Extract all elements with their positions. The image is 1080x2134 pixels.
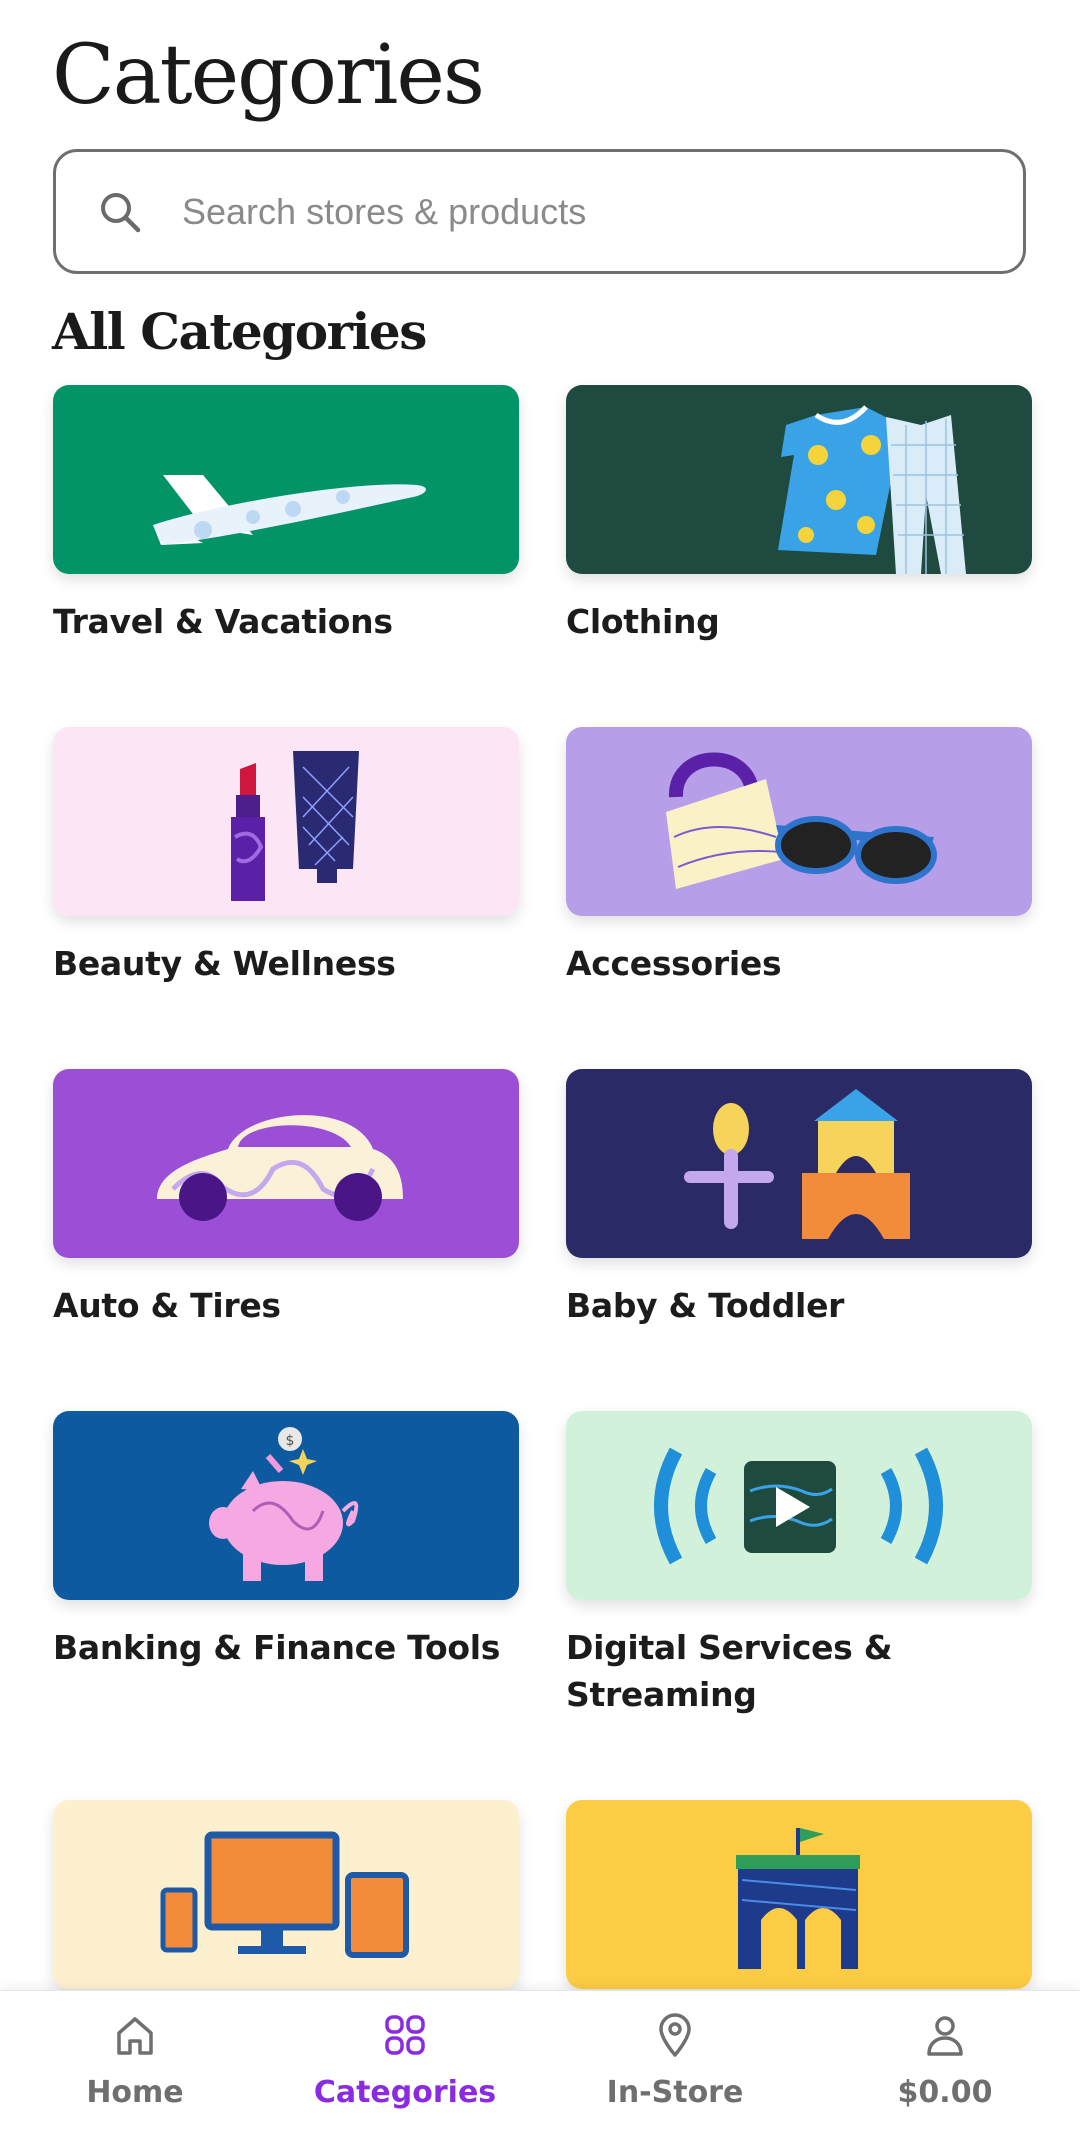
nav-label: $0.00 <box>897 2075 993 2110</box>
category-label: Beauty & Wellness <box>53 944 396 983</box>
shirt-and-pants-illustration-icon <box>566 385 1032 574</box>
car-illustration-icon <box>53 1069 519 1258</box>
bottom-nav: Home Categories In-Store $0.00 <box>0 1990 1080 2134</box>
nav-label: In-Store <box>606 2075 744 2110</box>
category-label: Digital Services & Streaming <box>566 1628 893 1714</box>
play-streaming-illustration-icon <box>566 1411 1032 1600</box>
category-label: Auto & Tires <box>53 1286 281 1325</box>
category-label: Baby & Toddler <box>566 1286 845 1325</box>
category-image <box>566 1800 1032 1989</box>
category-label: Accessories <box>566 944 782 983</box>
category-card-travel[interactable]: Travel & Vacations <box>53 385 519 645</box>
category-card-digital[interactable]: Digital Services & Streaming <box>566 1411 1032 1718</box>
piggy-bank-illustration-icon: $ <box>53 1411 519 1600</box>
svg-text:$: $ <box>286 1433 295 1449</box>
category-image <box>566 1411 1032 1600</box>
category-card-home[interactable] <box>566 1800 1032 1990</box>
nav-account[interactable]: $0.00 <box>810 1991 1080 2134</box>
category-card-auto[interactable]: Auto & Tires <box>53 1069 519 1329</box>
category-image <box>53 1069 519 1258</box>
airplane-illustration-icon <box>53 385 519 574</box>
category-label: Clothing <box>566 602 720 641</box>
building-illustration-icon <box>566 1800 1032 1989</box>
category-image <box>53 1800 519 1989</box>
nav-categories[interactable]: Categories <box>270 1991 540 2134</box>
category-image <box>53 385 519 574</box>
category-card-banking[interactable]: $ Banking & Finance Tools <box>53 1411 519 1671</box>
category-label: Banking & Finance Tools <box>53 1628 501 1667</box>
category-card-electronics[interactable] <box>53 1800 519 1990</box>
nav-home[interactable]: Home <box>0 1991 270 2134</box>
lipstick-and-tube-illustration-icon <box>53 727 519 916</box>
category-image <box>566 1069 1032 1258</box>
nav-label: Categories <box>313 2075 497 2110</box>
devices-illustration-icon <box>53 1800 519 1989</box>
category-card-clothing[interactable]: Clothing <box>566 385 1032 645</box>
person-icon <box>927 2016 963 2056</box>
category-image <box>53 727 519 916</box>
category-card-baby[interactable]: Baby & Toddler <box>566 1069 1032 1329</box>
category-card-accessories[interactable]: Accessories <box>566 727 1032 987</box>
home-icon <box>117 2017 153 2055</box>
category-image <box>566 385 1032 574</box>
category-label: Travel & Vacations <box>53 602 393 641</box>
bag-and-sunglasses-illustration-icon <box>566 727 1032 916</box>
category-grid: Travel & Vacations Clothing Beauty & Wel… <box>0 0 1080 1990</box>
rattle-and-blocks-illustration-icon <box>566 1069 1032 1258</box>
category-card-beauty[interactable]: Beauty & Wellness <box>53 727 519 987</box>
category-image <box>566 727 1032 916</box>
location-pin-icon <box>659 2013 691 2057</box>
category-image: $ <box>53 1411 519 1600</box>
nav-in-store[interactable]: In-Store <box>540 1991 810 2134</box>
grid-icon <box>385 2015 425 2055</box>
nav-label: Home <box>86 2075 184 2110</box>
